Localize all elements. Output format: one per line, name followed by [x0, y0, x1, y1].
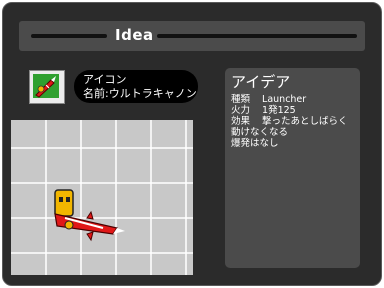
- info-key: 火力: [231, 105, 251, 116]
- idea-dialog: Idea アイコン 名前:ウルトラキャノン アイデア 種類 Launcher 火…: [2, 2, 382, 286]
- info-line: 爆発はなし: [231, 138, 279, 149]
- info-key: 種類: [231, 94, 251, 105]
- weapon-icon-slot[interactable]: [29, 70, 65, 104]
- dialog-title: Idea: [115, 26, 154, 44]
- title-decoration-right: [157, 34, 357, 38]
- info-value: Launcher: [262, 94, 307, 105]
- weapon-name: 名前:ウルトラキャノン: [83, 87, 197, 100]
- info-body: 種類 Launcher 火力 1発125 効果 撃ったあとしばらく 動けなくなる…: [231, 94, 348, 149]
- info-row-type: 種類 Launcher: [231, 94, 348, 105]
- info-title: アイデア: [231, 73, 291, 91]
- cannon-icon: [33, 74, 59, 98]
- info-panel: アイデア 種類 Launcher 火力 1発125 効果 撃ったあとしばらく 動…: [225, 68, 360, 268]
- info-row-effect: 効果 撃ったあとしばらく: [231, 116, 348, 127]
- title-bar: Idea: [19, 21, 365, 51]
- preview-area: [11, 120, 193, 275]
- info-line: 動けなくなる: [231, 127, 289, 138]
- icon-name-label: アイコン 名前:ウルトラキャノン: [74, 70, 198, 103]
- title-decoration-left: [31, 34, 107, 38]
- info-value: 撃ったあとしばらく: [262, 116, 348, 127]
- character-with-cannon: [54, 189, 125, 242]
- info-key: 効果: [231, 116, 251, 127]
- info-row-power: 火力 1発125: [231, 105, 348, 116]
- icon-caption: アイコン: [83, 73, 127, 86]
- info-value: 1発125: [262, 105, 296, 116]
